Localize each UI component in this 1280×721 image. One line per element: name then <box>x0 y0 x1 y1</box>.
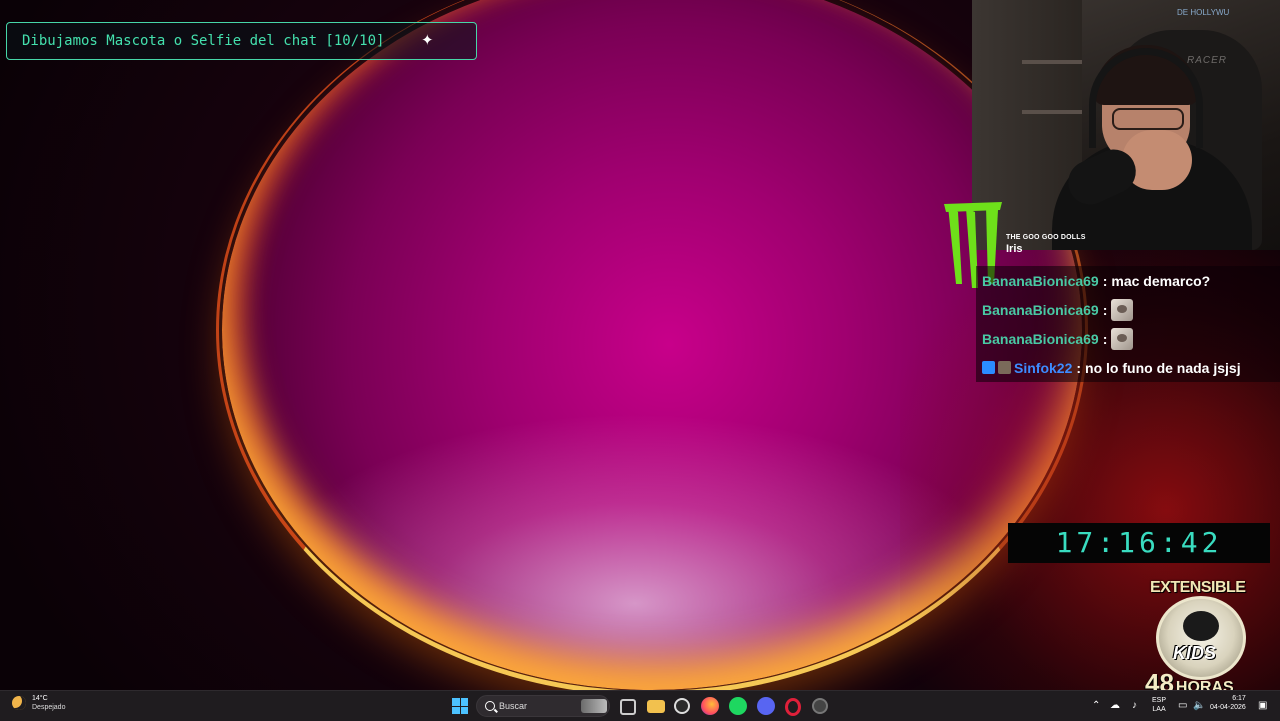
now-playing: THE GOO GOO DOLLS Iris <box>1006 234 1086 255</box>
webcam-feed: DE HOLLYWU RACER <box>972 0 1280 250</box>
search-icon <box>485 701 495 711</box>
now-playing-title: Iris <box>1006 243 1023 255</box>
cat-emote-icon <box>1111 298 1134 321</box>
moon-icon <box>12 696 26 710</box>
language-code: ESP <box>1152 697 1167 704</box>
stream-timer: 17:16:42 <box>1008 523 1270 563</box>
weather-widget[interactable]: 14°C Despejado <box>12 695 65 711</box>
chat-username: BananaBionica69 <box>982 301 1099 318</box>
chat-username: BananaBionica69 <box>982 330 1099 347</box>
chat-overlay: BananaBionica69 : mac demarco? BananaBio… <box>976 266 1280 382</box>
chevron-up-icon[interactable]: ⌃ <box>1092 700 1100 711</box>
file-explorer-icon[interactable] <box>647 700 665 713</box>
cloud-icon[interactable]: ☁ <box>1110 700 1120 711</box>
chat-message: Sinfok22 : no lo funo de nada jsjsj <box>976 353 1280 382</box>
taskbar-clock[interactable]: 6:17 04-04-2026 <box>1210 694 1246 712</box>
chat-username: Sinfok22 <box>1014 359 1073 376</box>
glasses <box>1112 108 1184 130</box>
subscriber-badge-icon <box>982 361 995 374</box>
chat-message: BananaBionica69 : <box>976 295 1280 324</box>
chat-text: mac demarco? <box>1111 272 1211 289</box>
cat-emote-icon <box>1111 327 1134 350</box>
stream-title-box: Dibujamos Mascota o Selfie del chat [10/… <box>6 22 477 60</box>
opera-icon[interactable] <box>785 698 801 716</box>
taskbar-search[interactable]: Buscar <box>476 695 610 717</box>
kids-mascot-icon <box>1183 611 1219 641</box>
keyboard-layout: LAA <box>1152 706 1166 713</box>
now-playing-artist: THE GOO GOO DOLLS <box>1006 234 1086 241</box>
chat-message: BananaBionica69 : <box>976 324 1280 353</box>
volume-icon[interactable]: 🔈 <box>1193 700 1205 711</box>
weather-desc: Despejado <box>32 704 66 711</box>
spotify-icon[interactable] <box>729 697 747 715</box>
language-indicator[interactable]: ESP LAA <box>1152 696 1166 714</box>
weather-temp: 14°C <box>32 695 48 702</box>
clock-date: 04-04-2026 <box>1210 704 1246 711</box>
network-icon[interactable]: ▭ <box>1178 700 1187 711</box>
mod-badge-icon <box>998 361 1011 374</box>
clock-time: 6:17 <box>1232 695 1246 702</box>
taskbar: 14°C Despejado Buscar ⌃ ☁ ♪ ESP LAA ▭ 🔈 … <box>0 690 1280 721</box>
chat-username: BananaBionica69 <box>982 272 1099 289</box>
obs-icon[interactable] <box>674 698 690 714</box>
discord-icon[interactable] <box>757 697 775 715</box>
sparkle-icon: ✦ <box>421 32 434 49</box>
chat-message: BananaBionica69 : mac demarco? <box>976 266 1280 295</box>
microphone-icon[interactable]: ♪ <box>1132 700 1137 711</box>
wall-sign-text: DE HOLLYWU <box>1177 8 1230 17</box>
search-highlight-image <box>581 699 607 713</box>
start-button[interactable] <box>452 698 468 714</box>
stream-title: Dibujamos Mascota o Selfie del chat [10/… <box>22 33 385 49</box>
app-icon[interactable] <box>812 698 828 714</box>
search-placeholder: Buscar <box>499 701 528 711</box>
chair-logo: RACER <box>1187 55 1228 66</box>
task-view-icon[interactable] <box>620 699 636 715</box>
notification-icon[interactable]: ▣ <box>1258 700 1267 711</box>
kids-badge-text: KIDS <box>1173 643 1217 663</box>
subathon-label: EXTENSIBLE <box>1150 579 1246 596</box>
firefox-icon[interactable] <box>701 697 719 715</box>
chat-text: no lo funo de nada jsjsj <box>1085 359 1241 376</box>
